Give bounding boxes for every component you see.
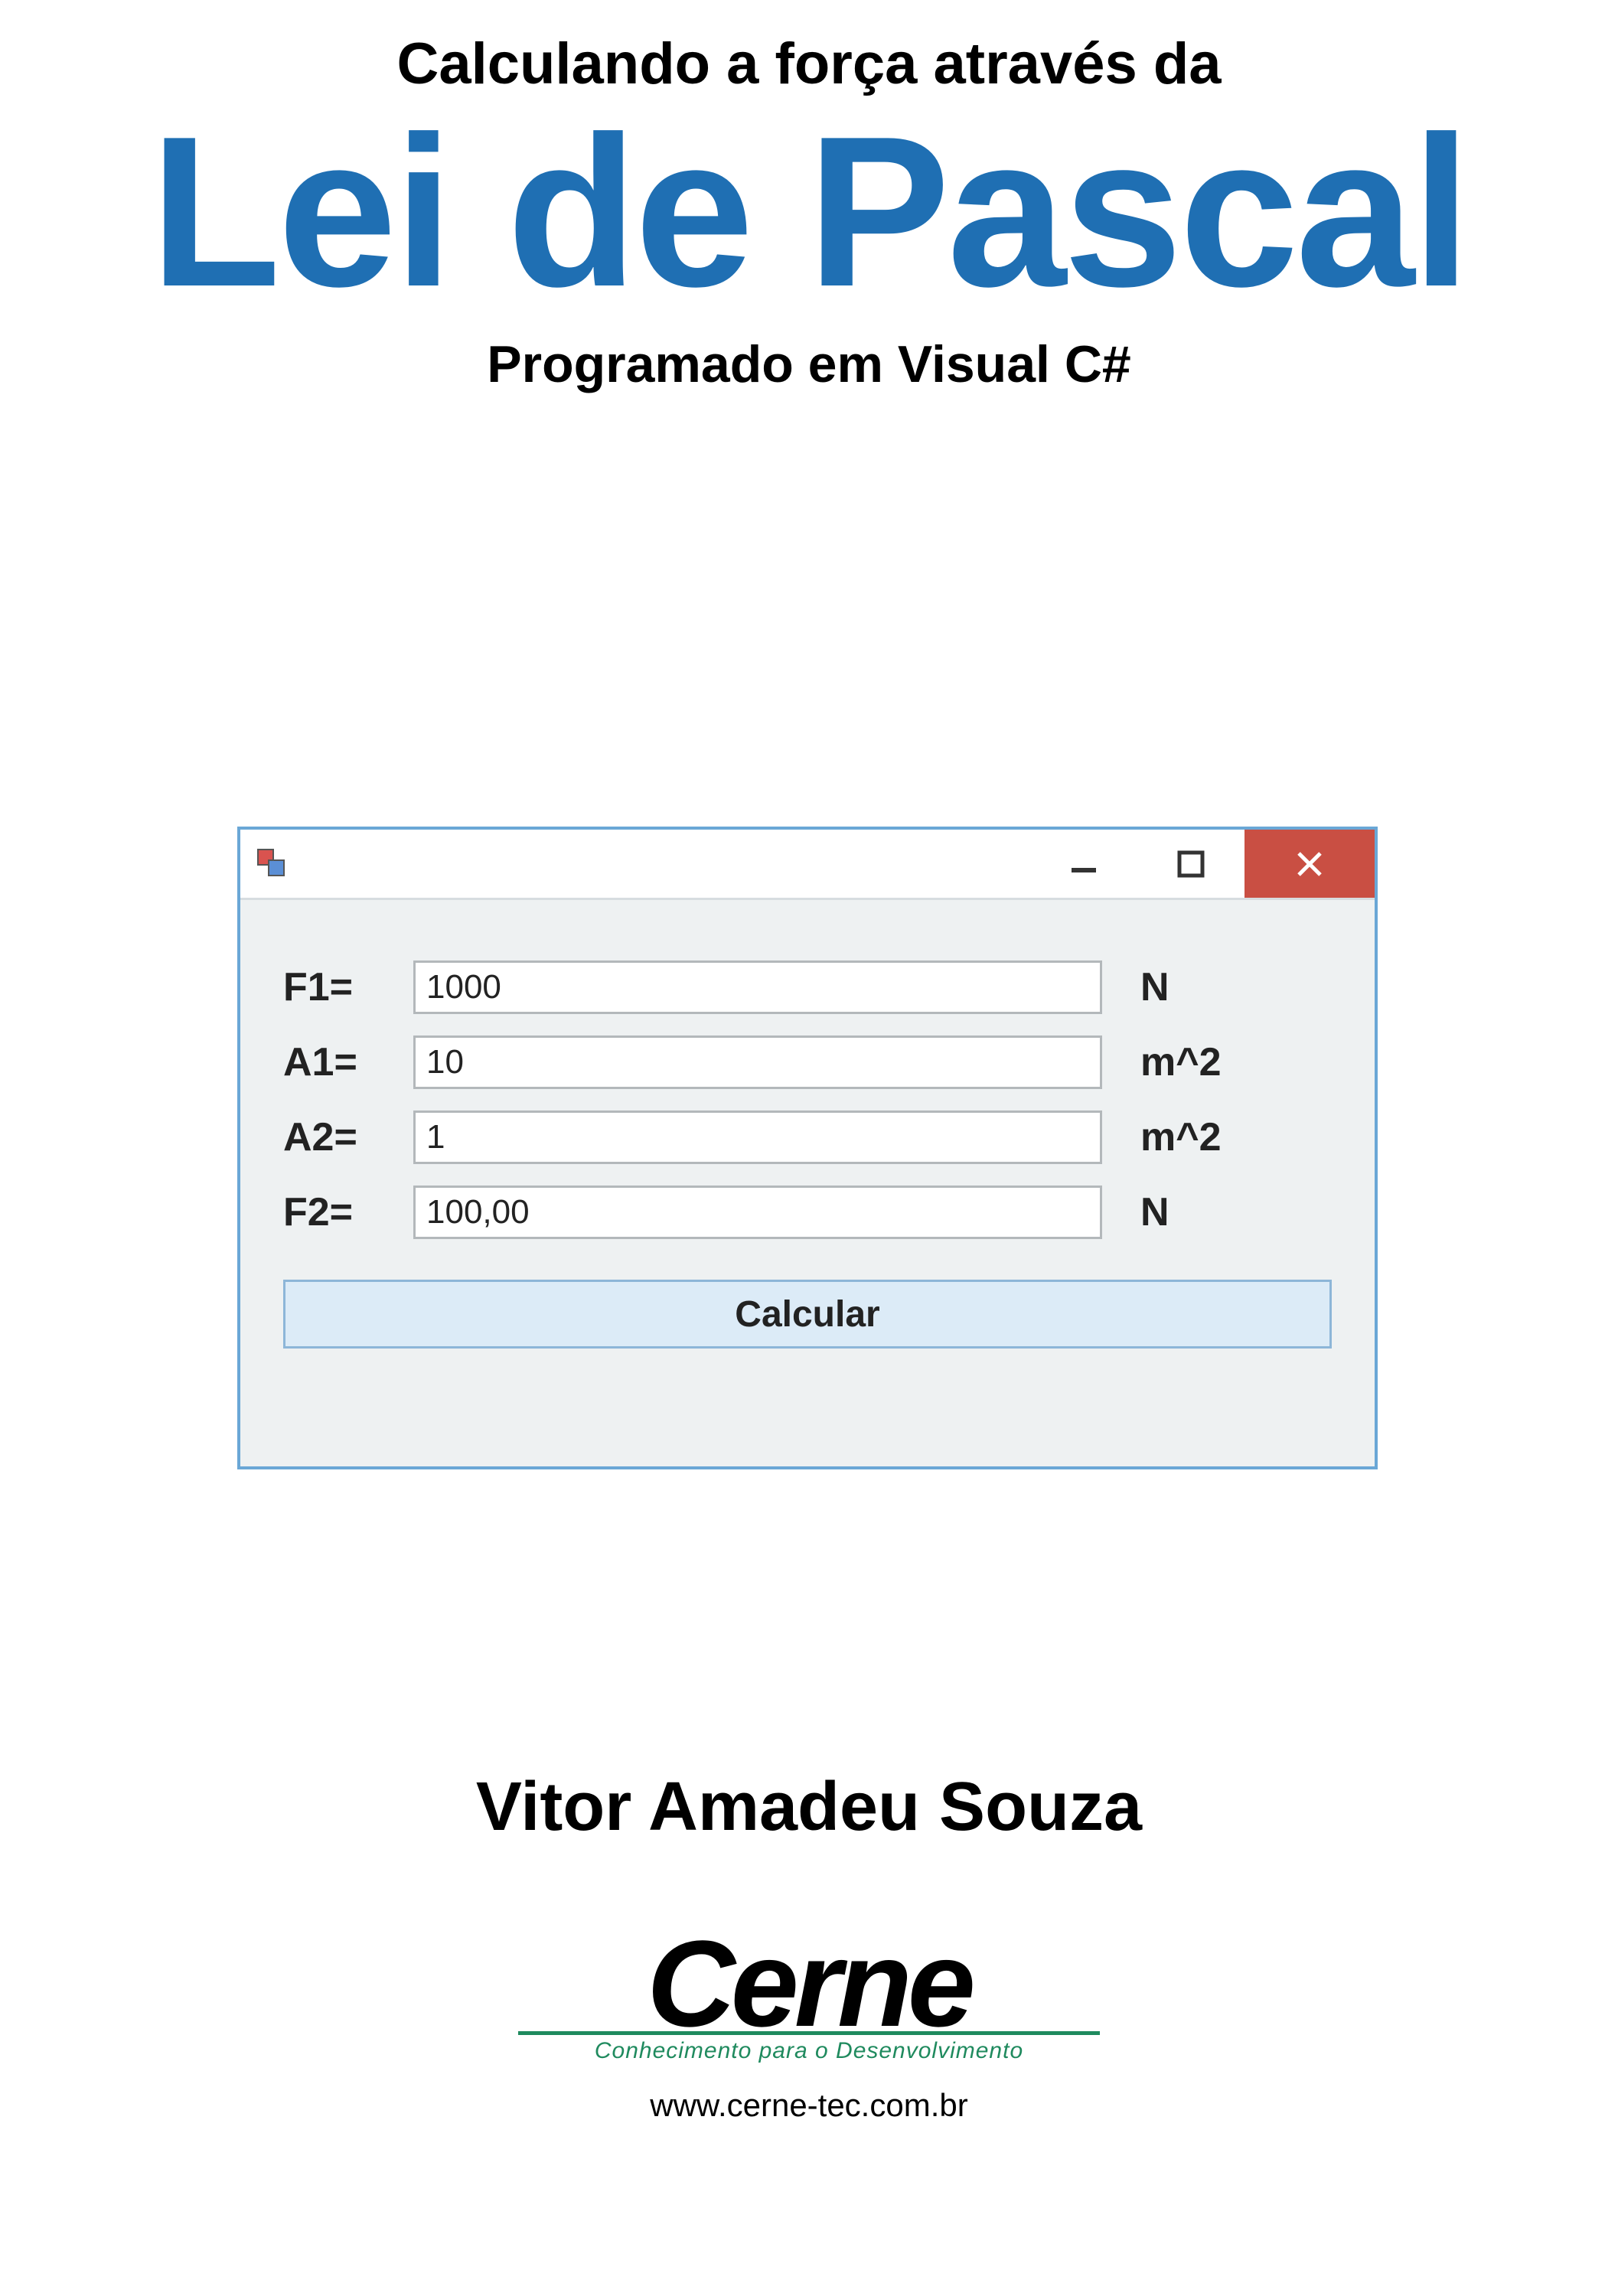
app-window: F1= 1000 N A1= 10 m^2 A2= 1 m^2 F2= 100,…	[237, 827, 1378, 1469]
input-a1[interactable]: 10	[413, 1035, 1102, 1089]
row-f2: F2= 100,00 N	[283, 1183, 1332, 1241]
row-a1: A1= 10 m^2	[283, 1033, 1332, 1091]
maximize-button[interactable]	[1137, 830, 1244, 898]
row-f1: F1= 1000 N	[283, 958, 1332, 1016]
form-area: F1= 1000 N A1= 10 m^2 A2= 1 m^2 F2= 100,…	[240, 900, 1375, 1379]
app-icon	[257, 849, 288, 879]
input-a2[interactable]: 1	[413, 1110, 1102, 1164]
logo-block: Cerne Conhecimento para o Desenvolviment…	[0, 1929, 1618, 2124]
label-a1: A1=	[283, 1039, 413, 1085]
title-text: Lei de Pascal	[0, 105, 1618, 319]
close-button[interactable]	[1244, 830, 1375, 898]
unit-f2: N	[1102, 1189, 1225, 1235]
unit-a1: m^2	[1102, 1039, 1225, 1085]
unit-f1: N	[1102, 964, 1225, 1010]
titlebar	[240, 830, 1375, 900]
subtitle-text: Programado em Visual C#	[0, 334, 1618, 394]
logo-url: www.cerne-tec.com.br	[0, 2087, 1618, 2124]
logo-word: Cerne	[647, 1929, 971, 2039]
minimize-button[interactable]	[1030, 830, 1137, 898]
logo-underline	[518, 2031, 1100, 2035]
input-f1[interactable]: 1000	[413, 960, 1102, 1014]
header: Calculando a força através da Lei de Pas…	[0, 0, 1618, 394]
label-f2: F2=	[283, 1189, 413, 1235]
label-a2: A2=	[283, 1114, 413, 1160]
unit-a2: m^2	[1102, 1114, 1225, 1160]
calculate-button[interactable]: Calcular	[283, 1280, 1332, 1349]
window-controls	[1030, 830, 1375, 898]
row-a2: A2= 1 m^2	[283, 1108, 1332, 1166]
input-f2[interactable]: 100,00	[413, 1186, 1102, 1239]
author-name: Vitor Amadeu Souza	[0, 1768, 1618, 1847]
label-f1: F1=	[283, 964, 413, 1010]
overline-text: Calculando a força através da	[0, 31, 1618, 97]
